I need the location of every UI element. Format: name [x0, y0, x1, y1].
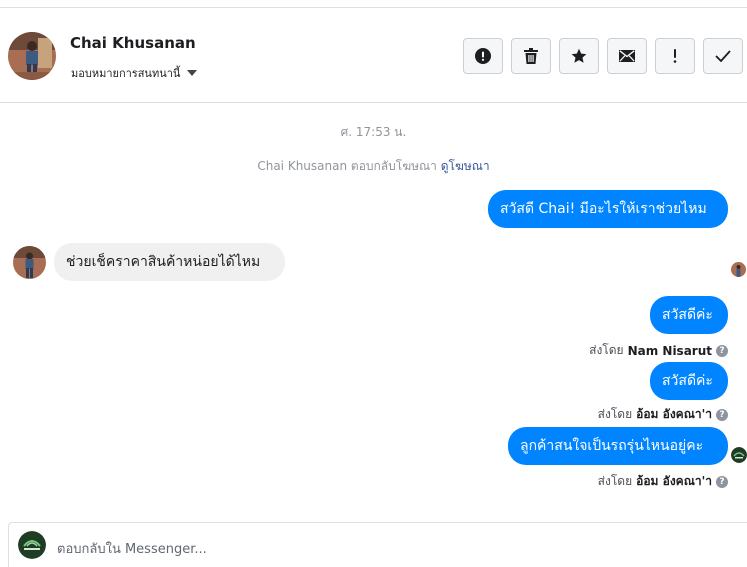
assign-conversation-dropdown[interactable]: มอบหมายการสนทนานี้ — [71, 64, 198, 82]
sent-by-prefix: ส่งโดย — [597, 407, 633, 421]
top-border — [0, 7, 747, 8]
ad-reply-text: Chai Khusanan ตอบกลับโฆษณา — [257, 159, 437, 173]
reply-input[interactable]: ตอบกลับใน Messenger... — [57, 538, 207, 559]
view-ad-link[interactable]: ดูโฆษณา — [441, 159, 490, 173]
contact-avatar — [13, 246, 46, 279]
assign-label: มอบหมายการสนทนานี้ — [71, 67, 181, 80]
reply-composer[interactable]: ตอบกลับใน Messenger... — [8, 522, 747, 567]
mark-unread-button[interactable] — [607, 38, 647, 74]
header-divider — [0, 102, 747, 103]
seen-avatar — [731, 262, 746, 277]
envelope-icon — [619, 50, 635, 62]
sent-by-label: ส่งโดย Nam Nisarut ? — [589, 341, 728, 360]
exclamation-circle-icon — [475, 48, 491, 64]
exclamation-icon — [673, 49, 677, 63]
help-icon[interactable]: ? — [716, 475, 728, 488]
help-icon[interactable]: ? — [716, 408, 728, 421]
contact-name: Chai Khusanan — [70, 34, 196, 52]
message-text: สวัสดีค่ะ — [662, 307, 713, 323]
action-toolbar — [463, 38, 743, 74]
sender-name: Nam Nisarut — [627, 343, 712, 358]
ad-reply-note: Chai Khusanan ตอบกลับโฆษณา ดูโฆษณา — [0, 157, 747, 176]
message-bubble-outgoing: ลูกค้าสนใจเป็นรถรุ่นไหนอยู่คะ — [508, 427, 728, 465]
mark-done-button[interactable] — [703, 38, 743, 74]
caret-down-icon — [187, 70, 198, 76]
message-bubble-outgoing: สวัสดี Chai! มีอะไรให้เราช่วยไหม — [488, 190, 728, 228]
message-text: ลูกค้าสนใจเป็นรถรุ่นไหนอยู่คะ — [520, 438, 704, 454]
message-text: ช่วยเช็คราคาสินค้าหน่อยได้ไหม — [66, 254, 261, 270]
help-icon[interactable]: ? — [716, 344, 728, 357]
page-avatar — [18, 531, 46, 559]
sent-by-prefix: ส่งโดย — [589, 343, 624, 357]
message-text: สวัสดี Chai! มีอะไรให้เราช่วยไหม — [500, 201, 707, 217]
message-bubble-incoming: ช่วยเช็คราคาสินค้าหน่อยได้ไหม — [54, 243, 285, 281]
delete-button[interactable] — [511, 38, 551, 74]
sent-by-label: ส่งโดย อ้อม อังคณา'า ? — [598, 472, 728, 491]
checkmark-icon — [715, 50, 731, 62]
star-icon — [571, 48, 587, 63]
sent-by-prefix: ส่งโดย — [597, 474, 633, 488]
sender-name: อ้อม อังคณา'า — [636, 407, 712, 421]
trash-icon — [524, 48, 538, 64]
message-bubble-outgoing: สวัสดีค่ะ — [650, 296, 728, 334]
message-text: สวัสดีค่ะ — [662, 373, 713, 389]
message-bubble-outgoing: สวัสดีค่ะ — [650, 362, 728, 400]
page-avatar — [731, 447, 747, 463]
avatar[interactable] — [8, 32, 56, 80]
message-timestamp: ศ. 17:53 น. — [340, 125, 407, 139]
follow-up-button[interactable] — [655, 38, 695, 74]
sender-name: อ้อม อังคณา'า — [636, 474, 712, 488]
spam-button[interactable] — [463, 38, 503, 74]
star-button[interactable] — [559, 38, 599, 74]
sent-by-label: ส่งโดย อ้อม อังคณา'า ? — [598, 405, 728, 424]
